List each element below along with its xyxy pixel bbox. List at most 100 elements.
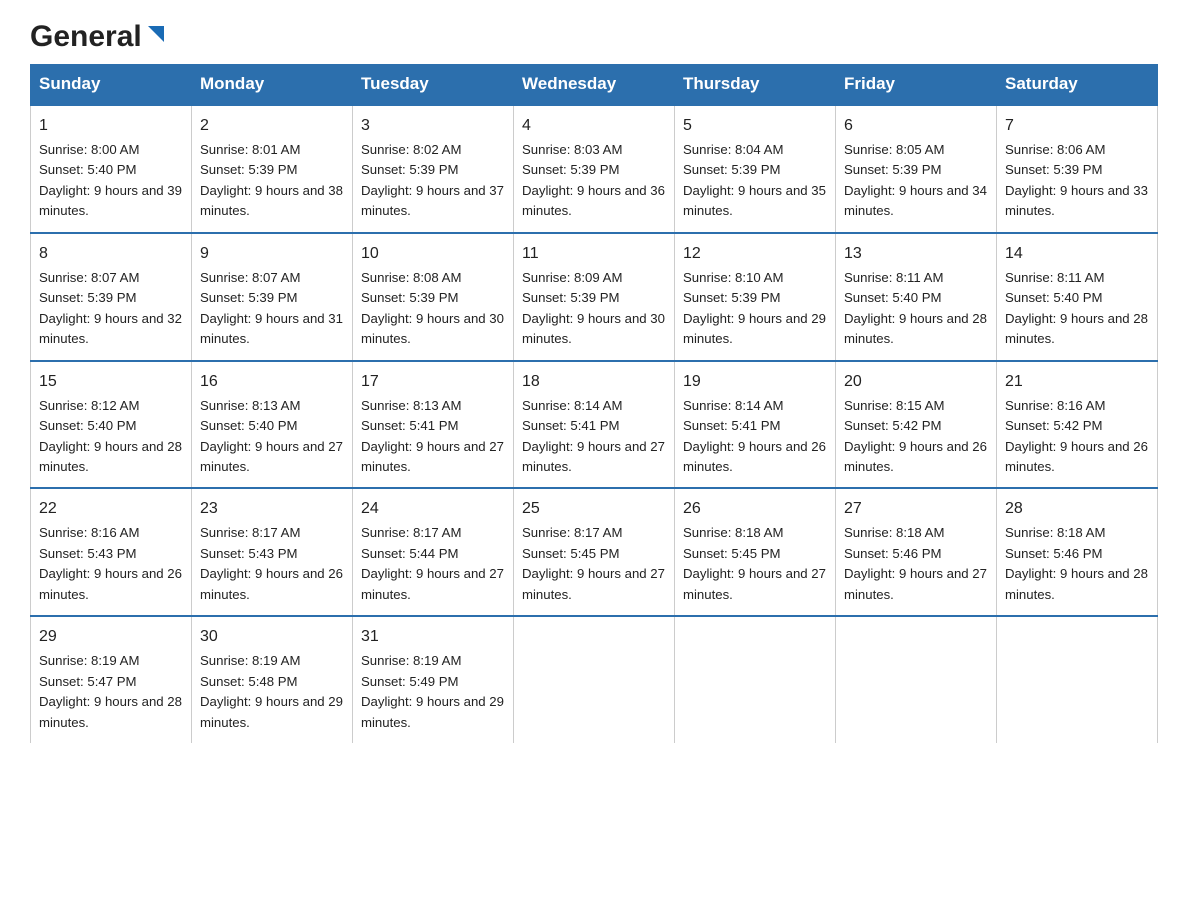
day-info: Sunrise: 8:06 AMSunset: 5:39 PMDaylight:… [1005, 140, 1149, 222]
calendar-cell: 27Sunrise: 8:18 AMSunset: 5:46 PMDayligh… [836, 488, 997, 616]
calendar-cell: 28Sunrise: 8:18 AMSunset: 5:46 PMDayligh… [997, 488, 1158, 616]
calendar-cell: 25Sunrise: 8:17 AMSunset: 5:45 PMDayligh… [514, 488, 675, 616]
day-number: 16 [200, 370, 344, 394]
column-header-saturday: Saturday [997, 64, 1158, 105]
day-number: 31 [361, 625, 505, 649]
column-header-wednesday: Wednesday [514, 64, 675, 105]
calendar-cell: 5Sunrise: 8:04 AMSunset: 5:39 PMDaylight… [675, 105, 836, 233]
day-info: Sunrise: 8:17 AMSunset: 5:44 PMDaylight:… [361, 523, 505, 605]
day-number: 17 [361, 370, 505, 394]
calendar-cell [836, 616, 997, 743]
calendar-cell: 8Sunrise: 8:07 AMSunset: 5:39 PMDaylight… [31, 233, 192, 361]
day-number: 22 [39, 497, 183, 521]
day-info: Sunrise: 8:07 AMSunset: 5:39 PMDaylight:… [39, 268, 183, 350]
column-header-sunday: Sunday [31, 64, 192, 105]
calendar-cell: 9Sunrise: 8:07 AMSunset: 5:39 PMDaylight… [192, 233, 353, 361]
calendar-cell: 21Sunrise: 8:16 AMSunset: 5:42 PMDayligh… [997, 361, 1158, 489]
day-info: Sunrise: 8:14 AMSunset: 5:41 PMDaylight:… [522, 396, 666, 478]
calendar-cell: 24Sunrise: 8:17 AMSunset: 5:44 PMDayligh… [353, 488, 514, 616]
day-number: 29 [39, 625, 183, 649]
logo: General [30, 20, 168, 48]
page-header: General [30, 20, 1158, 48]
calendar-cell [675, 616, 836, 743]
day-info: Sunrise: 8:08 AMSunset: 5:39 PMDaylight:… [361, 268, 505, 350]
day-number: 26 [683, 497, 827, 521]
calendar-cell: 15Sunrise: 8:12 AMSunset: 5:40 PMDayligh… [31, 361, 192, 489]
day-number: 9 [200, 242, 344, 266]
day-info: Sunrise: 8:01 AMSunset: 5:39 PMDaylight:… [200, 140, 344, 222]
day-number: 20 [844, 370, 988, 394]
calendar-cell [997, 616, 1158, 743]
day-info: Sunrise: 8:11 AMSunset: 5:40 PMDaylight:… [844, 268, 988, 350]
day-info: Sunrise: 8:07 AMSunset: 5:39 PMDaylight:… [200, 268, 344, 350]
day-info: Sunrise: 8:19 AMSunset: 5:47 PMDaylight:… [39, 651, 183, 733]
header-row: SundayMondayTuesdayWednesdayThursdayFrid… [31, 64, 1158, 105]
week-row-3: 15Sunrise: 8:12 AMSunset: 5:40 PMDayligh… [31, 361, 1158, 489]
day-info: Sunrise: 8:11 AMSunset: 5:40 PMDaylight:… [1005, 268, 1149, 350]
day-number: 3 [361, 114, 505, 138]
calendar-cell: 22Sunrise: 8:16 AMSunset: 5:43 PMDayligh… [31, 488, 192, 616]
calendar-cell: 3Sunrise: 8:02 AMSunset: 5:39 PMDaylight… [353, 105, 514, 233]
day-info: Sunrise: 8:17 AMSunset: 5:45 PMDaylight:… [522, 523, 666, 605]
day-info: Sunrise: 8:10 AMSunset: 5:39 PMDaylight:… [683, 268, 827, 350]
calendar-cell: 29Sunrise: 8:19 AMSunset: 5:47 PMDayligh… [31, 616, 192, 743]
day-info: Sunrise: 8:00 AMSunset: 5:40 PMDaylight:… [39, 140, 183, 222]
calendar-cell: 13Sunrise: 8:11 AMSunset: 5:40 PMDayligh… [836, 233, 997, 361]
calendar-cell: 14Sunrise: 8:11 AMSunset: 5:40 PMDayligh… [997, 233, 1158, 361]
day-info: Sunrise: 8:13 AMSunset: 5:41 PMDaylight:… [361, 396, 505, 478]
week-row-4: 22Sunrise: 8:16 AMSunset: 5:43 PMDayligh… [31, 488, 1158, 616]
day-number: 11 [522, 242, 666, 266]
day-number: 23 [200, 497, 344, 521]
calendar-cell: 10Sunrise: 8:08 AMSunset: 5:39 PMDayligh… [353, 233, 514, 361]
day-number: 2 [200, 114, 344, 138]
calendar-cell: 7Sunrise: 8:06 AMSunset: 5:39 PMDaylight… [997, 105, 1158, 233]
day-info: Sunrise: 8:18 AMSunset: 5:45 PMDaylight:… [683, 523, 827, 605]
day-number: 21 [1005, 370, 1149, 394]
calendar-cell: 4Sunrise: 8:03 AMSunset: 5:39 PMDaylight… [514, 105, 675, 233]
day-info: Sunrise: 8:18 AMSunset: 5:46 PMDaylight:… [1005, 523, 1149, 605]
day-number: 14 [1005, 242, 1149, 266]
day-number: 1 [39, 114, 183, 138]
calendar-cell: 30Sunrise: 8:19 AMSunset: 5:48 PMDayligh… [192, 616, 353, 743]
calendar-cell: 6Sunrise: 8:05 AMSunset: 5:39 PMDaylight… [836, 105, 997, 233]
day-info: Sunrise: 8:12 AMSunset: 5:40 PMDaylight:… [39, 396, 183, 478]
calendar-cell: 19Sunrise: 8:14 AMSunset: 5:41 PMDayligh… [675, 361, 836, 489]
day-number: 8 [39, 242, 183, 266]
logo-triangle-icon [144, 22, 168, 46]
calendar-cell: 20Sunrise: 8:15 AMSunset: 5:42 PMDayligh… [836, 361, 997, 489]
day-number: 10 [361, 242, 505, 266]
logo-general: General [30, 20, 142, 54]
day-info: Sunrise: 8:18 AMSunset: 5:46 PMDaylight:… [844, 523, 988, 605]
calendar-cell: 18Sunrise: 8:14 AMSunset: 5:41 PMDayligh… [514, 361, 675, 489]
day-number: 15 [39, 370, 183, 394]
week-row-2: 8Sunrise: 8:07 AMSunset: 5:39 PMDaylight… [31, 233, 1158, 361]
calendar-cell: 26Sunrise: 8:18 AMSunset: 5:45 PMDayligh… [675, 488, 836, 616]
calendar-cell: 12Sunrise: 8:10 AMSunset: 5:39 PMDayligh… [675, 233, 836, 361]
day-number: 24 [361, 497, 505, 521]
day-info: Sunrise: 8:15 AMSunset: 5:42 PMDaylight:… [844, 396, 988, 478]
day-info: Sunrise: 8:16 AMSunset: 5:42 PMDaylight:… [1005, 396, 1149, 478]
calendar-cell [514, 616, 675, 743]
day-number: 6 [844, 114, 988, 138]
week-row-5: 29Sunrise: 8:19 AMSunset: 5:47 PMDayligh… [31, 616, 1158, 743]
calendar-cell: 17Sunrise: 8:13 AMSunset: 5:41 PMDayligh… [353, 361, 514, 489]
calendar-table: SundayMondayTuesdayWednesdayThursdayFrid… [30, 64, 1158, 743]
column-header-thursday: Thursday [675, 64, 836, 105]
day-info: Sunrise: 8:04 AMSunset: 5:39 PMDaylight:… [683, 140, 827, 222]
day-number: 7 [1005, 114, 1149, 138]
day-number: 4 [522, 114, 666, 138]
week-row-1: 1Sunrise: 8:00 AMSunset: 5:40 PMDaylight… [31, 105, 1158, 233]
day-number: 19 [683, 370, 827, 394]
day-number: 30 [200, 625, 344, 649]
calendar-cell: 11Sunrise: 8:09 AMSunset: 5:39 PMDayligh… [514, 233, 675, 361]
day-number: 27 [844, 497, 988, 521]
day-info: Sunrise: 8:17 AMSunset: 5:43 PMDaylight:… [200, 523, 344, 605]
day-info: Sunrise: 8:03 AMSunset: 5:39 PMDaylight:… [522, 140, 666, 222]
calendar-cell: 16Sunrise: 8:13 AMSunset: 5:40 PMDayligh… [192, 361, 353, 489]
day-number: 12 [683, 242, 827, 266]
calendar-cell: 2Sunrise: 8:01 AMSunset: 5:39 PMDaylight… [192, 105, 353, 233]
day-info: Sunrise: 8:16 AMSunset: 5:43 PMDaylight:… [39, 523, 183, 605]
calendar-cell: 31Sunrise: 8:19 AMSunset: 5:49 PMDayligh… [353, 616, 514, 743]
day-number: 18 [522, 370, 666, 394]
day-number: 13 [844, 242, 988, 266]
